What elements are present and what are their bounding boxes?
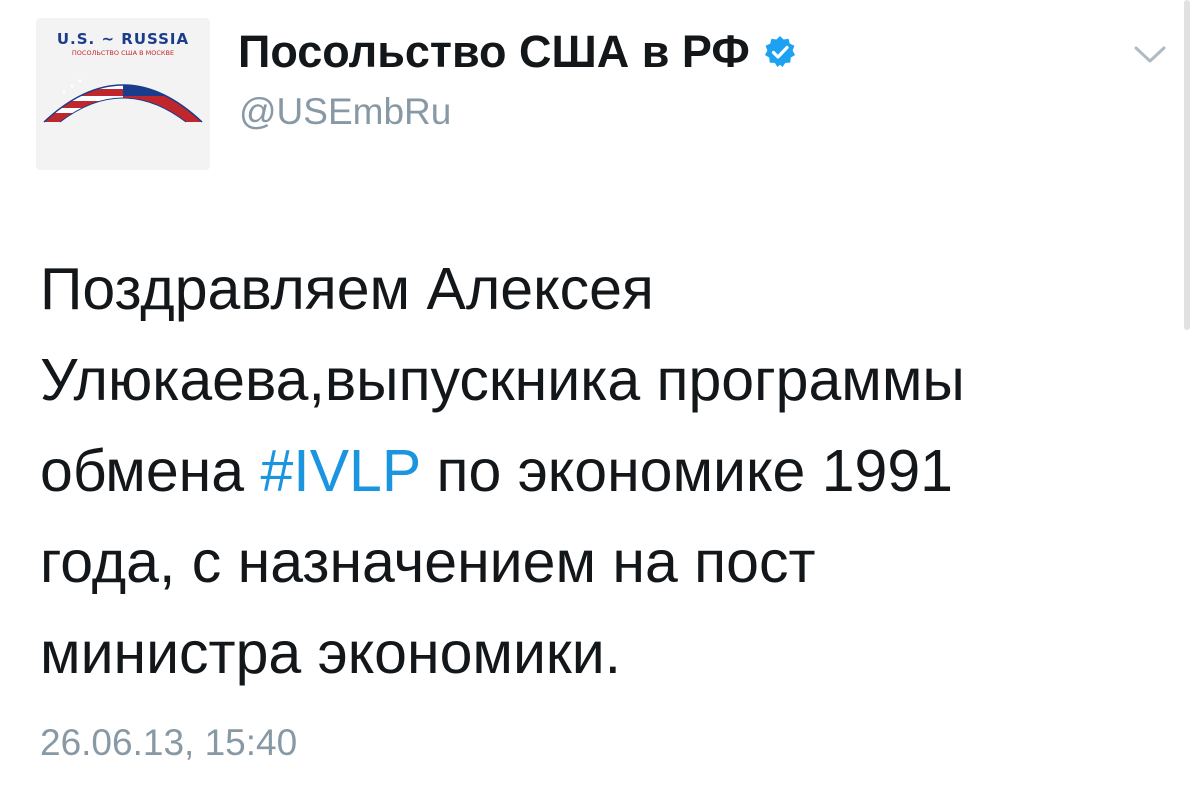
avatar-logo-subtitle: ПОСОЛЬСТВО США В МОСКВЕ	[71, 49, 175, 57]
tweet-line: министра экономики.	[40, 620, 622, 686]
user-handle[interactable]: @USEmbRu	[239, 90, 451, 134]
hashtag-link[interactable]: #IVLP	[260, 438, 420, 504]
tweet-text: Поздравляем Алексея Улюкаева,выпускника …	[40, 244, 1160, 699]
user-name-row[interactable]: Посольство США в РФ	[238, 26, 798, 78]
tweet-line-segment: обмена	[40, 438, 261, 504]
avatar[interactable]: U.S. ~ RUSSIA ПОСОЛЬСТВО США В МОСКВЕ	[36, 18, 210, 170]
avatar-logo-title: U.S. ~ RUSSIA	[56, 30, 190, 48]
tweet-timestamp[interactable]: 26.06.13, 15:40	[40, 720, 297, 766]
verified-badge-icon	[764, 36, 795, 67]
display-name[interactable]: Посольство США в РФ	[238, 26, 750, 78]
chevron-down-icon[interactable]	[1130, 42, 1170, 68]
tweet-line: года, с назначением на пост	[40, 529, 816, 595]
tweet-line-segment: по экономике 1991	[420, 438, 953, 504]
tweet-line: Улюкаева,выпускника программы	[40, 347, 965, 413]
tweet-card: U.S. ~ RUSSIA ПОСОЛЬСТВО США В МОСКВЕ По…	[0, 0, 1200, 796]
scrollbar[interactable]	[1184, 0, 1190, 330]
tweet-line: Поздравляем Алексея	[40, 256, 654, 322]
tweet-line: обмена #IVLP по экономике 1991	[40, 426, 1160, 517]
